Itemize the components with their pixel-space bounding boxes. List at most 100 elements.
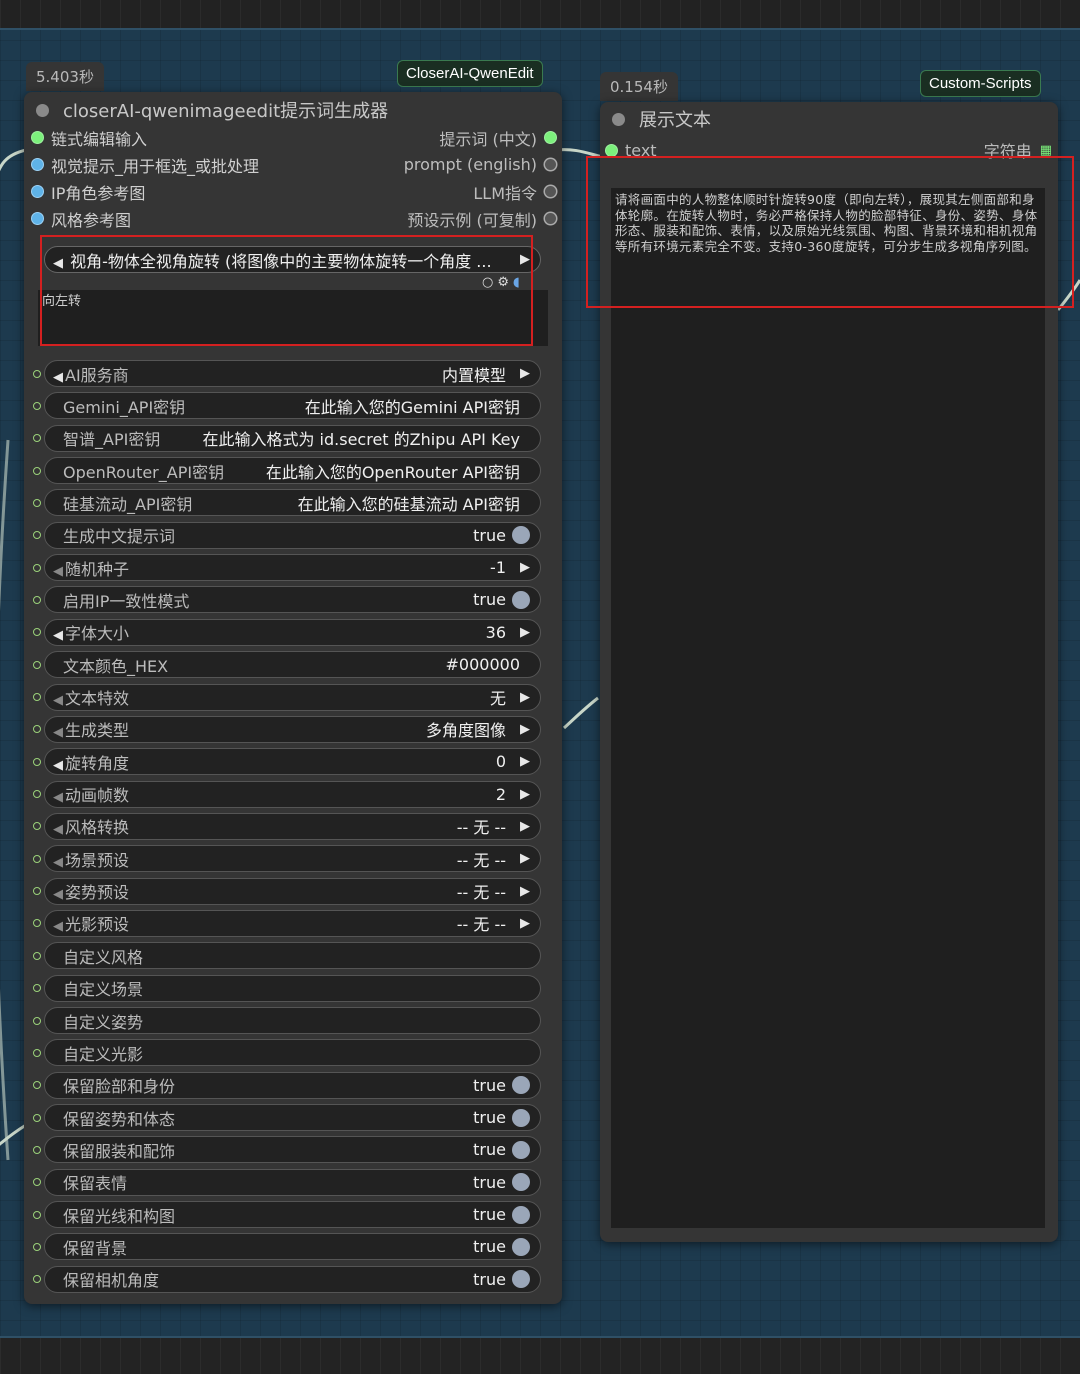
increment-arrow-icon[interactable]: ▶ xyxy=(520,690,530,705)
widget-text[interactable]: 自定义场景 xyxy=(33,974,541,1002)
output-slot-dot[interactable] xyxy=(545,132,556,143)
widget-toggle[interactable]: 保留相机角度 true xyxy=(33,1265,541,1293)
collapse-dot-icon[interactable] xyxy=(612,112,625,126)
toggle-knob-icon[interactable] xyxy=(512,1173,530,1192)
widget-input-dot[interactable] xyxy=(33,822,41,831)
widget-input-dot[interactable] xyxy=(33,757,41,766)
node-title-bar[interactable]: 展示文本 xyxy=(600,102,1058,136)
widget-input-dot[interactable] xyxy=(33,951,41,960)
increment-arrow-icon[interactable]: ▶ xyxy=(520,722,530,737)
decrement-arrow-icon[interactable]: ◀ xyxy=(53,887,63,902)
input-slot-dot[interactable] xyxy=(32,213,43,224)
input-slot-dot[interactable] xyxy=(32,132,43,143)
widget-number[interactable]: ◀ 字体大小 36 ▶ xyxy=(33,618,541,646)
widget-input-dot[interactable] xyxy=(33,369,41,378)
widget-combo[interactable]: ◀ 姿势预设 -- 无 -- ▶ xyxy=(33,877,541,905)
widget-text[interactable]: OpenRouter_API密钥 在此输入您的OpenRouter API密钥 xyxy=(33,457,541,485)
widget-input-dot[interactable] xyxy=(33,1242,41,1251)
toggle-knob-icon[interactable] xyxy=(512,1270,530,1289)
widget-input-dot[interactable] xyxy=(33,531,41,540)
widget-text[interactable]: 智谱_API密钥 在此输入格式为 id.secret 的Zhipu API Key xyxy=(33,424,541,452)
increment-arrow-icon[interactable]: ▶ xyxy=(520,884,530,899)
increment-arrow-icon[interactable]: ▶ xyxy=(520,560,530,575)
widget-input-dot[interactable] xyxy=(33,563,41,572)
increment-arrow-icon[interactable]: ▶ xyxy=(520,366,530,381)
widget-input-dot[interactable] xyxy=(33,887,41,896)
decrement-arrow-icon[interactable]: ◀ xyxy=(53,855,63,870)
widget-input-dot[interactable] xyxy=(33,984,41,993)
widget-text[interactable]: 文本颜色_HEX #000000 xyxy=(33,651,541,679)
widget-text[interactable]: 自定义风格 xyxy=(33,942,541,970)
widget-combo[interactable]: ◀ AI服务商 内置模型 ▶ xyxy=(33,360,541,387)
increment-arrow-icon[interactable]: ▶ xyxy=(520,754,530,769)
decrement-arrow-icon[interactable]: ◀ xyxy=(53,758,63,773)
input-slot-dot[interactable] xyxy=(32,186,43,197)
widget-toggle[interactable]: 保留背景 true xyxy=(33,1233,541,1261)
widget-toggle[interactable]: 保留姿势和体态 true xyxy=(33,1104,541,1132)
widget-combo[interactable]: ◀ 生成类型 多角度图像 ▶ xyxy=(33,715,541,743)
toggle-knob-icon[interactable] xyxy=(512,1237,530,1256)
decrement-arrow-icon[interactable]: ◀ xyxy=(53,790,63,805)
output-slot-dot[interactable] xyxy=(545,159,556,170)
decrement-arrow-icon[interactable]: ◀ xyxy=(53,822,63,837)
output-slot-dot[interactable] xyxy=(545,213,556,224)
toggle-knob-icon[interactable] xyxy=(512,1205,530,1224)
widget-input-dot[interactable] xyxy=(33,1145,41,1154)
widget-input-dot[interactable] xyxy=(33,660,41,669)
widget-input-dot[interactable] xyxy=(33,1113,41,1122)
increment-arrow-icon[interactable]: ▶ xyxy=(520,625,530,640)
widget-input-dot[interactable] xyxy=(33,628,41,637)
widget-toggle[interactable]: 保留表情 true xyxy=(33,1168,541,1196)
increment-arrow-icon[interactable]: ▶ xyxy=(520,819,530,834)
widget-text[interactable]: Gemini_API密钥 在此输入您的Gemini API密钥 xyxy=(33,392,541,420)
toggle-knob-icon[interactable] xyxy=(512,1108,530,1127)
toggle-knob-icon[interactable] xyxy=(512,590,530,609)
widget-input-dot[interactable] xyxy=(33,498,41,507)
widget-input-dot[interactable] xyxy=(33,725,41,734)
toggle-knob-icon[interactable] xyxy=(512,1076,530,1095)
text-input-slot[interactable] xyxy=(606,144,617,156)
widget-input-dot[interactable] xyxy=(33,595,41,604)
decrement-arrow-icon[interactable]: ◀ xyxy=(53,564,63,579)
widget-toggle[interactable]: 保留服装和配饰 true xyxy=(33,1136,541,1164)
node-title-bar[interactable]: closerAI-qwenimageedit提示词生成器 xyxy=(24,92,562,128)
widget-input-dot[interactable] xyxy=(33,693,41,701)
decrement-arrow-icon[interactable]: ◀ xyxy=(53,628,63,643)
widget-toggle[interactable]: 启用IP一致性模式 true xyxy=(33,586,541,614)
widget-input-dot[interactable] xyxy=(33,466,41,475)
increment-arrow-icon[interactable]: ▶ xyxy=(520,787,530,802)
widget-input-dot[interactable] xyxy=(33,1081,41,1090)
widget-text[interactable]: 硅基流动_API密钥 在此输入您的硅基流动 API密钥 xyxy=(33,489,541,517)
output-slot-dot[interactable] xyxy=(545,186,556,197)
widget-input-dot[interactable] xyxy=(33,1275,41,1284)
widget-combo[interactable]: ◀ 场景预设 -- 无 -- ▶ xyxy=(33,845,541,873)
widget-input-dot[interactable] xyxy=(33,790,41,799)
widget-combo[interactable]: ◀ 光影预设 -- 无 -- ▶ xyxy=(33,909,541,937)
decrement-arrow-icon[interactable]: ◀ xyxy=(53,370,63,385)
increment-arrow-icon[interactable]: ▶ xyxy=(520,851,530,866)
widget-input-dot[interactable] xyxy=(33,854,41,863)
decrement-arrow-icon[interactable]: ◀ xyxy=(53,725,63,740)
widget-combo[interactable]: ◀ 风格转换 -- 无 -- ▶ xyxy=(33,812,541,840)
toggle-knob-icon[interactable] xyxy=(512,1140,530,1159)
collapse-dot-icon[interactable] xyxy=(36,103,49,117)
widget-text[interactable]: 自定义光影 xyxy=(33,1039,541,1067)
widget-combo[interactable]: ◀ 文本特效 无 ▶ xyxy=(33,683,541,711)
decrement-arrow-icon[interactable]: ◀ xyxy=(53,693,63,708)
display-text-area[interactable]: 请将画面中的人物整体顺时针旋转90度（即向左转），展现其左侧面部和身体轮廓。在旋… xyxy=(611,188,1045,1228)
widget-input-dot[interactable] xyxy=(33,1178,41,1187)
widget-number[interactable]: ◀ 旋转角度 0 ▶ xyxy=(33,748,541,776)
widget-number[interactable]: ◀ 随机种子 -1 ▶ xyxy=(33,554,541,582)
decrement-arrow-icon[interactable]: ◀ xyxy=(53,919,63,934)
widget-input-dot[interactable] xyxy=(33,919,41,928)
widget-input-dot[interactable] xyxy=(33,401,41,410)
widget-text[interactable]: 自定义姿势 xyxy=(33,1007,541,1034)
input-slot-dot[interactable] xyxy=(32,159,43,170)
widget-input-dot[interactable] xyxy=(33,1016,41,1025)
widget-toggle[interactable]: 保留光线和构图 true xyxy=(33,1201,541,1229)
widget-toggle[interactable]: 生成中文提示词 true xyxy=(33,521,541,549)
toggle-knob-icon[interactable] xyxy=(512,526,530,545)
widget-input-dot[interactable] xyxy=(33,1210,41,1219)
widget-input-dot[interactable] xyxy=(33,434,41,443)
increment-arrow-icon[interactable]: ▶ xyxy=(520,916,530,931)
